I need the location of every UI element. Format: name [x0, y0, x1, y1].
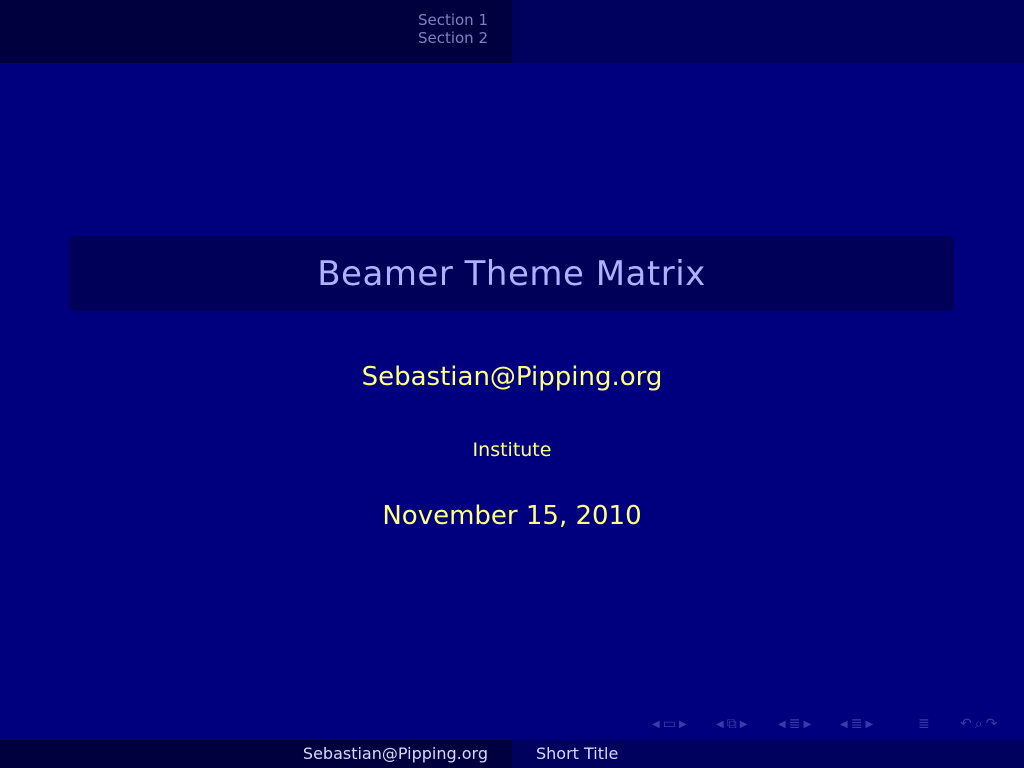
footer-bar: Sebastian@Pipping.org Short Title: [0, 740, 1024, 768]
footer-right-panel: Short Title: [512, 740, 1024, 768]
title-block: Beamer Theme Matrix: [69, 236, 954, 311]
right-arrow-icon: ▶: [739, 718, 748, 730]
section-link-2[interactable]: Section 2: [418, 29, 488, 47]
undo-icon: ↶: [960, 716, 972, 732]
section-navigation: Section 1 Section 2: [418, 11, 488, 47]
header-left-panel: Section 1 Section 2: [0, 0, 512, 63]
navigation-symbols: ◀ ▭ ▶ ◀ ⧉ ▶ ◀ ≣ ▶ ◀ ≣ ▶ ≣ ↶ ⌕ ↷: [650, 716, 1020, 736]
frame-nav-control[interactable]: ◀ ⧉ ▶: [716, 716, 747, 732]
section-link-1[interactable]: Section 1: [418, 11, 488, 29]
author-name: Sebastian@Pipping.org: [361, 362, 663, 392]
header-bar: Section 1 Section 2: [0, 0, 1024, 63]
section-icon: ≣: [850, 716, 863, 732]
footer-short-title: Short Title: [536, 744, 619, 763]
section-nav-control[interactable]: ◀ ≣ ▶: [840, 716, 873, 732]
header-right-panel: [512, 0, 1024, 63]
left-arrow-icon: ◀: [716, 718, 724, 730]
presentation-date: November 15, 2010: [382, 501, 642, 531]
institute-name: Institute: [472, 439, 552, 461]
document-nav-control[interactable]: ≣: [918, 716, 930, 732]
right-arrow-icon: ▶: [678, 718, 687, 730]
left-arrow-icon: ◀: [840, 718, 848, 730]
footer-author: Sebastian@Pipping.org: [302, 744, 488, 763]
slide-nav-control[interactable]: ◀ ▭ ▶: [652, 716, 687, 732]
left-arrow-icon: ◀: [652, 718, 660, 730]
frame-icon: ⧉: [726, 716, 737, 732]
left-arrow-icon: ◀: [778, 718, 786, 730]
right-arrow-icon: ▶: [803, 718, 812, 730]
subsection-nav-control[interactable]: ◀ ≣ ▶: [778, 716, 811, 732]
search-icon: ⌕: [974, 716, 983, 732]
right-arrow-icon: ▶: [865, 718, 874, 730]
subsection-icon: ≣: [788, 716, 801, 732]
slide-icon: ▭: [662, 716, 676, 732]
document-icon: ≣: [918, 716, 930, 732]
presentation-title: Beamer Theme Matrix: [317, 253, 706, 294]
redo-icon: ↷: [985, 716, 998, 732]
search-nav-control[interactable]: ↶ ⌕ ↷: [960, 716, 997, 732]
footer-left-panel: Sebastian@Pipping.org: [0, 740, 512, 768]
